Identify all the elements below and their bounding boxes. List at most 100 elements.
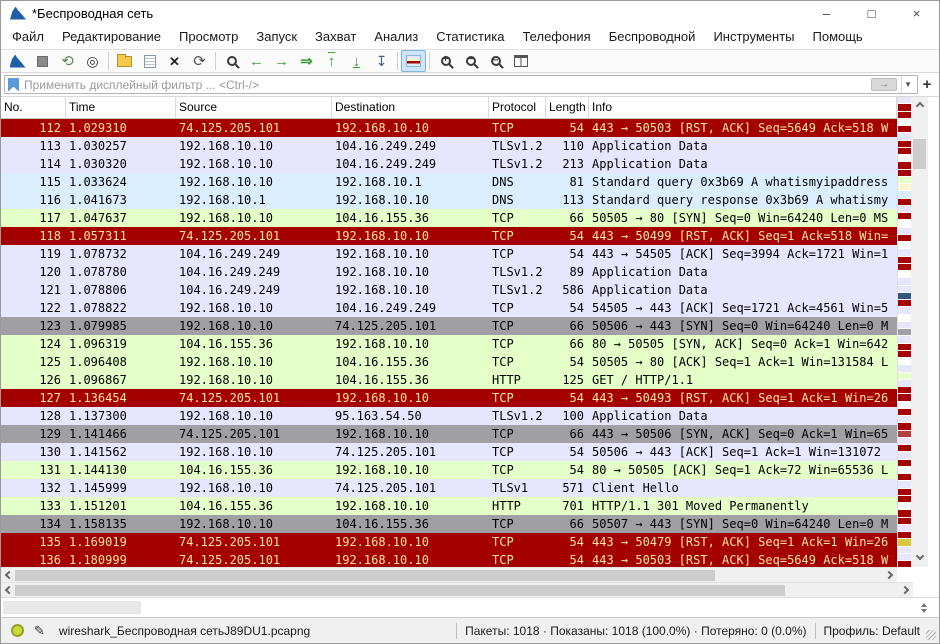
capture-comment-icon[interactable]: ✎ (34, 623, 45, 639)
column-header-destination[interactable]: Destination (332, 97, 489, 118)
find-packet-button[interactable] (219, 50, 244, 72)
packet-row-120[interactable]: 1201.078780104.16.249.249192.168.10.10TL… (1, 263, 897, 281)
packet-row-132[interactable]: 1321.145999192.168.10.1074.125.205.101TL… (1, 479, 897, 497)
scroll-left-icon[interactable] (5, 586, 13, 594)
vertical-scrollbar-thumb[interactable] (913, 139, 926, 169)
packet-row-113[interactable]: 1131.030257192.168.10.10104.16.249.249TL… (1, 137, 897, 155)
spin-up-icon[interactable] (921, 603, 927, 607)
save-file-button[interactable] (137, 50, 162, 72)
horizontal-scrollbar-thumb-2[interactable] (15, 585, 785, 596)
horizontal-scrollbar-2[interactable] (1, 582, 913, 597)
auto-scroll-button[interactable]: ↧ (369, 50, 394, 72)
pane-spinner[interactable] (921, 603, 927, 613)
close-button[interactable]: × (894, 1, 939, 25)
minimap-stripe (898, 199, 911, 205)
menu-item-10[interactable]: Инструменты (704, 25, 803, 49)
menu-item-7[interactable]: Статистика (427, 25, 513, 49)
add-filter-button[interactable]: + (918, 76, 936, 93)
filter-bar: Применить дисплейный фильтр ... <Ctrl-/>… (1, 73, 939, 97)
go-first-button[interactable]: ↑ (319, 50, 344, 72)
packet-row-135[interactable]: 1351.16901974.125.205.101192.168.10.10TC… (1, 533, 897, 551)
packet-row-127[interactable]: 1271.13645474.125.205.101192.168.10.10TC… (1, 389, 897, 407)
menu-item-3[interactable]: Просмотр (170, 25, 247, 49)
start-capture-button[interactable] (5, 50, 30, 72)
minimap-stripe (898, 315, 911, 321)
colorize-button[interactable] (401, 50, 426, 72)
capture-options-button[interactable]: ◎ (80, 50, 105, 72)
resize-grip[interactable] (926, 630, 936, 640)
spin-down-icon[interactable] (921, 609, 927, 613)
profile-label[interactable]: Профиль: Default (824, 624, 921, 638)
vertical-scrollbar[interactable] (911, 97, 928, 567)
horizontal-scrollbar-1[interactable] (1, 567, 897, 582)
packet-row-128[interactable]: 1281.137300192.168.10.1095.163.54.50TLSv… (1, 407, 897, 425)
packet-cell-time: 1.078806 (66, 281, 176, 299)
scroll-down-icon[interactable] (915, 552, 923, 560)
window-title: *Беспроводная сеть (32, 6, 153, 21)
menu-item-11[interactable]: Помощь (804, 25, 872, 49)
packet-row-114[interactable]: 1141.030320192.168.10.10104.16.249.249TL… (1, 155, 897, 173)
go-back-button[interactable]: ← (244, 50, 269, 72)
expert-info-icon[interactable] (11, 624, 24, 637)
scroll-right-icon[interactable] (901, 586, 909, 594)
filter-dropdown-caret-icon[interactable]: ▼ (901, 76, 917, 93)
maximize-button[interactable]: □ (849, 1, 894, 25)
packet-row-131[interactable]: 1311.144130104.16.155.36192.168.10.10TCP… (1, 461, 897, 479)
packet-row-125[interactable]: 1251.096408192.168.10.10104.16.155.36TCP… (1, 353, 897, 371)
go-to-packet-button[interactable]: ⇒ (294, 50, 319, 72)
zoom-original-icon: = (491, 56, 501, 66)
packet-cell-no: 113 (1, 137, 66, 155)
go-forward-button[interactable]: → (269, 50, 294, 72)
packet-row-119[interactable]: 1191.078732104.16.249.249192.168.10.10TC… (1, 245, 897, 263)
statusbar-separator (456, 623, 457, 639)
packet-row-134[interactable]: 1341.158135192.168.10.10104.16.155.36TCP… (1, 515, 897, 533)
reload-file-button[interactable]: ⟳ (187, 50, 212, 72)
packet-row-121[interactable]: 1211.078806104.16.249.249192.168.10.10TL… (1, 281, 897, 299)
scroll-right-icon[interactable] (885, 571, 893, 579)
packet-row-129[interactable]: 1291.14146674.125.205.101192.168.10.10TC… (1, 425, 897, 443)
packet-row-118[interactable]: 1181.05731174.125.205.101192.168.10.10TC… (1, 227, 897, 245)
scroll-up-icon[interactable] (915, 102, 923, 110)
column-header-source[interactable]: Source (176, 97, 332, 118)
packet-row-130[interactable]: 1301.141562192.168.10.1074.125.205.101TC… (1, 443, 897, 461)
stop-capture-button[interactable] (30, 50, 55, 72)
minimize-button[interactable]: – (804, 1, 849, 25)
column-header-protocol[interactable]: Protocol (489, 97, 546, 118)
scroll-left-icon[interactable] (5, 571, 13, 579)
column-header-no[interactable]: No. (1, 97, 66, 118)
packet-row-122[interactable]: 1221.078822192.168.10.10104.16.249.249TC… (1, 299, 897, 317)
zoom-in-button[interactable]: + (433, 50, 458, 72)
column-header-time[interactable]: Time (66, 97, 176, 118)
packet-row-133[interactable]: 1331.151201104.16.155.36192.168.10.10HTT… (1, 497, 897, 515)
packet-row-126[interactable]: 1261.096867192.168.10.10104.16.155.36HTT… (1, 371, 897, 389)
go-last-button[interactable]: ↓ (344, 50, 369, 72)
column-header-length[interactable]: Length (546, 97, 589, 118)
menu-item-2[interactable]: Редактирование (53, 25, 170, 49)
minimap-stripe (898, 257, 911, 263)
menu-item-8[interactable]: Телефония (513, 25, 599, 49)
zoom-out-button[interactable]: − (458, 50, 483, 72)
close-file-button[interactable]: ✕ (162, 50, 187, 72)
zoom-original-button[interactable]: = (483, 50, 508, 72)
horizontal-scrollbar-thumb-1[interactable] (15, 570, 715, 581)
packet-row-115[interactable]: 1151.033624192.168.10.10192.168.10.1DNS8… (1, 173, 897, 191)
intelligent-scrollbar-minimap[interactable] (897, 97, 911, 567)
bookmark-icon[interactable] (8, 78, 19, 92)
menu-item-4[interactable]: Запуск (247, 25, 306, 49)
open-file-button[interactable] (112, 50, 137, 72)
packet-row-116[interactable]: 1161.041673192.168.10.1192.168.10.10DNS1… (1, 191, 897, 209)
packet-row-124[interactable]: 1241.096319104.16.155.36192.168.10.10TCP… (1, 335, 897, 353)
display-filter-input[interactable]: Применить дисплейный фильтр ... <Ctrl-/>… (4, 75, 918, 94)
restart-capture-button[interactable]: ⟲ (55, 50, 80, 72)
packet-row-117[interactable]: 1171.047637192.168.10.10104.16.155.36TCP… (1, 209, 897, 227)
menu-item-5[interactable]: Захват (306, 25, 365, 49)
column-header-info[interactable]: Info (589, 97, 897, 118)
packet-row-136[interactable]: 1361.18099974.125.205.101192.168.10.10TC… (1, 551, 897, 567)
packet-row-123[interactable]: 1231.079985192.168.10.1074.125.205.101TC… (1, 317, 897, 335)
apply-filter-button[interactable]: → (871, 78, 897, 91)
menu-item-6[interactable]: Анализ (365, 25, 427, 49)
menu-item-1[interactable]: Файл (3, 25, 53, 49)
packet-row-112[interactable]: 1121.02931074.125.205.101192.168.10.10TC… (1, 119, 897, 137)
resize-columns-button[interactable] (508, 50, 533, 72)
menu-item-9[interactable]: Беспроводной (600, 25, 705, 49)
